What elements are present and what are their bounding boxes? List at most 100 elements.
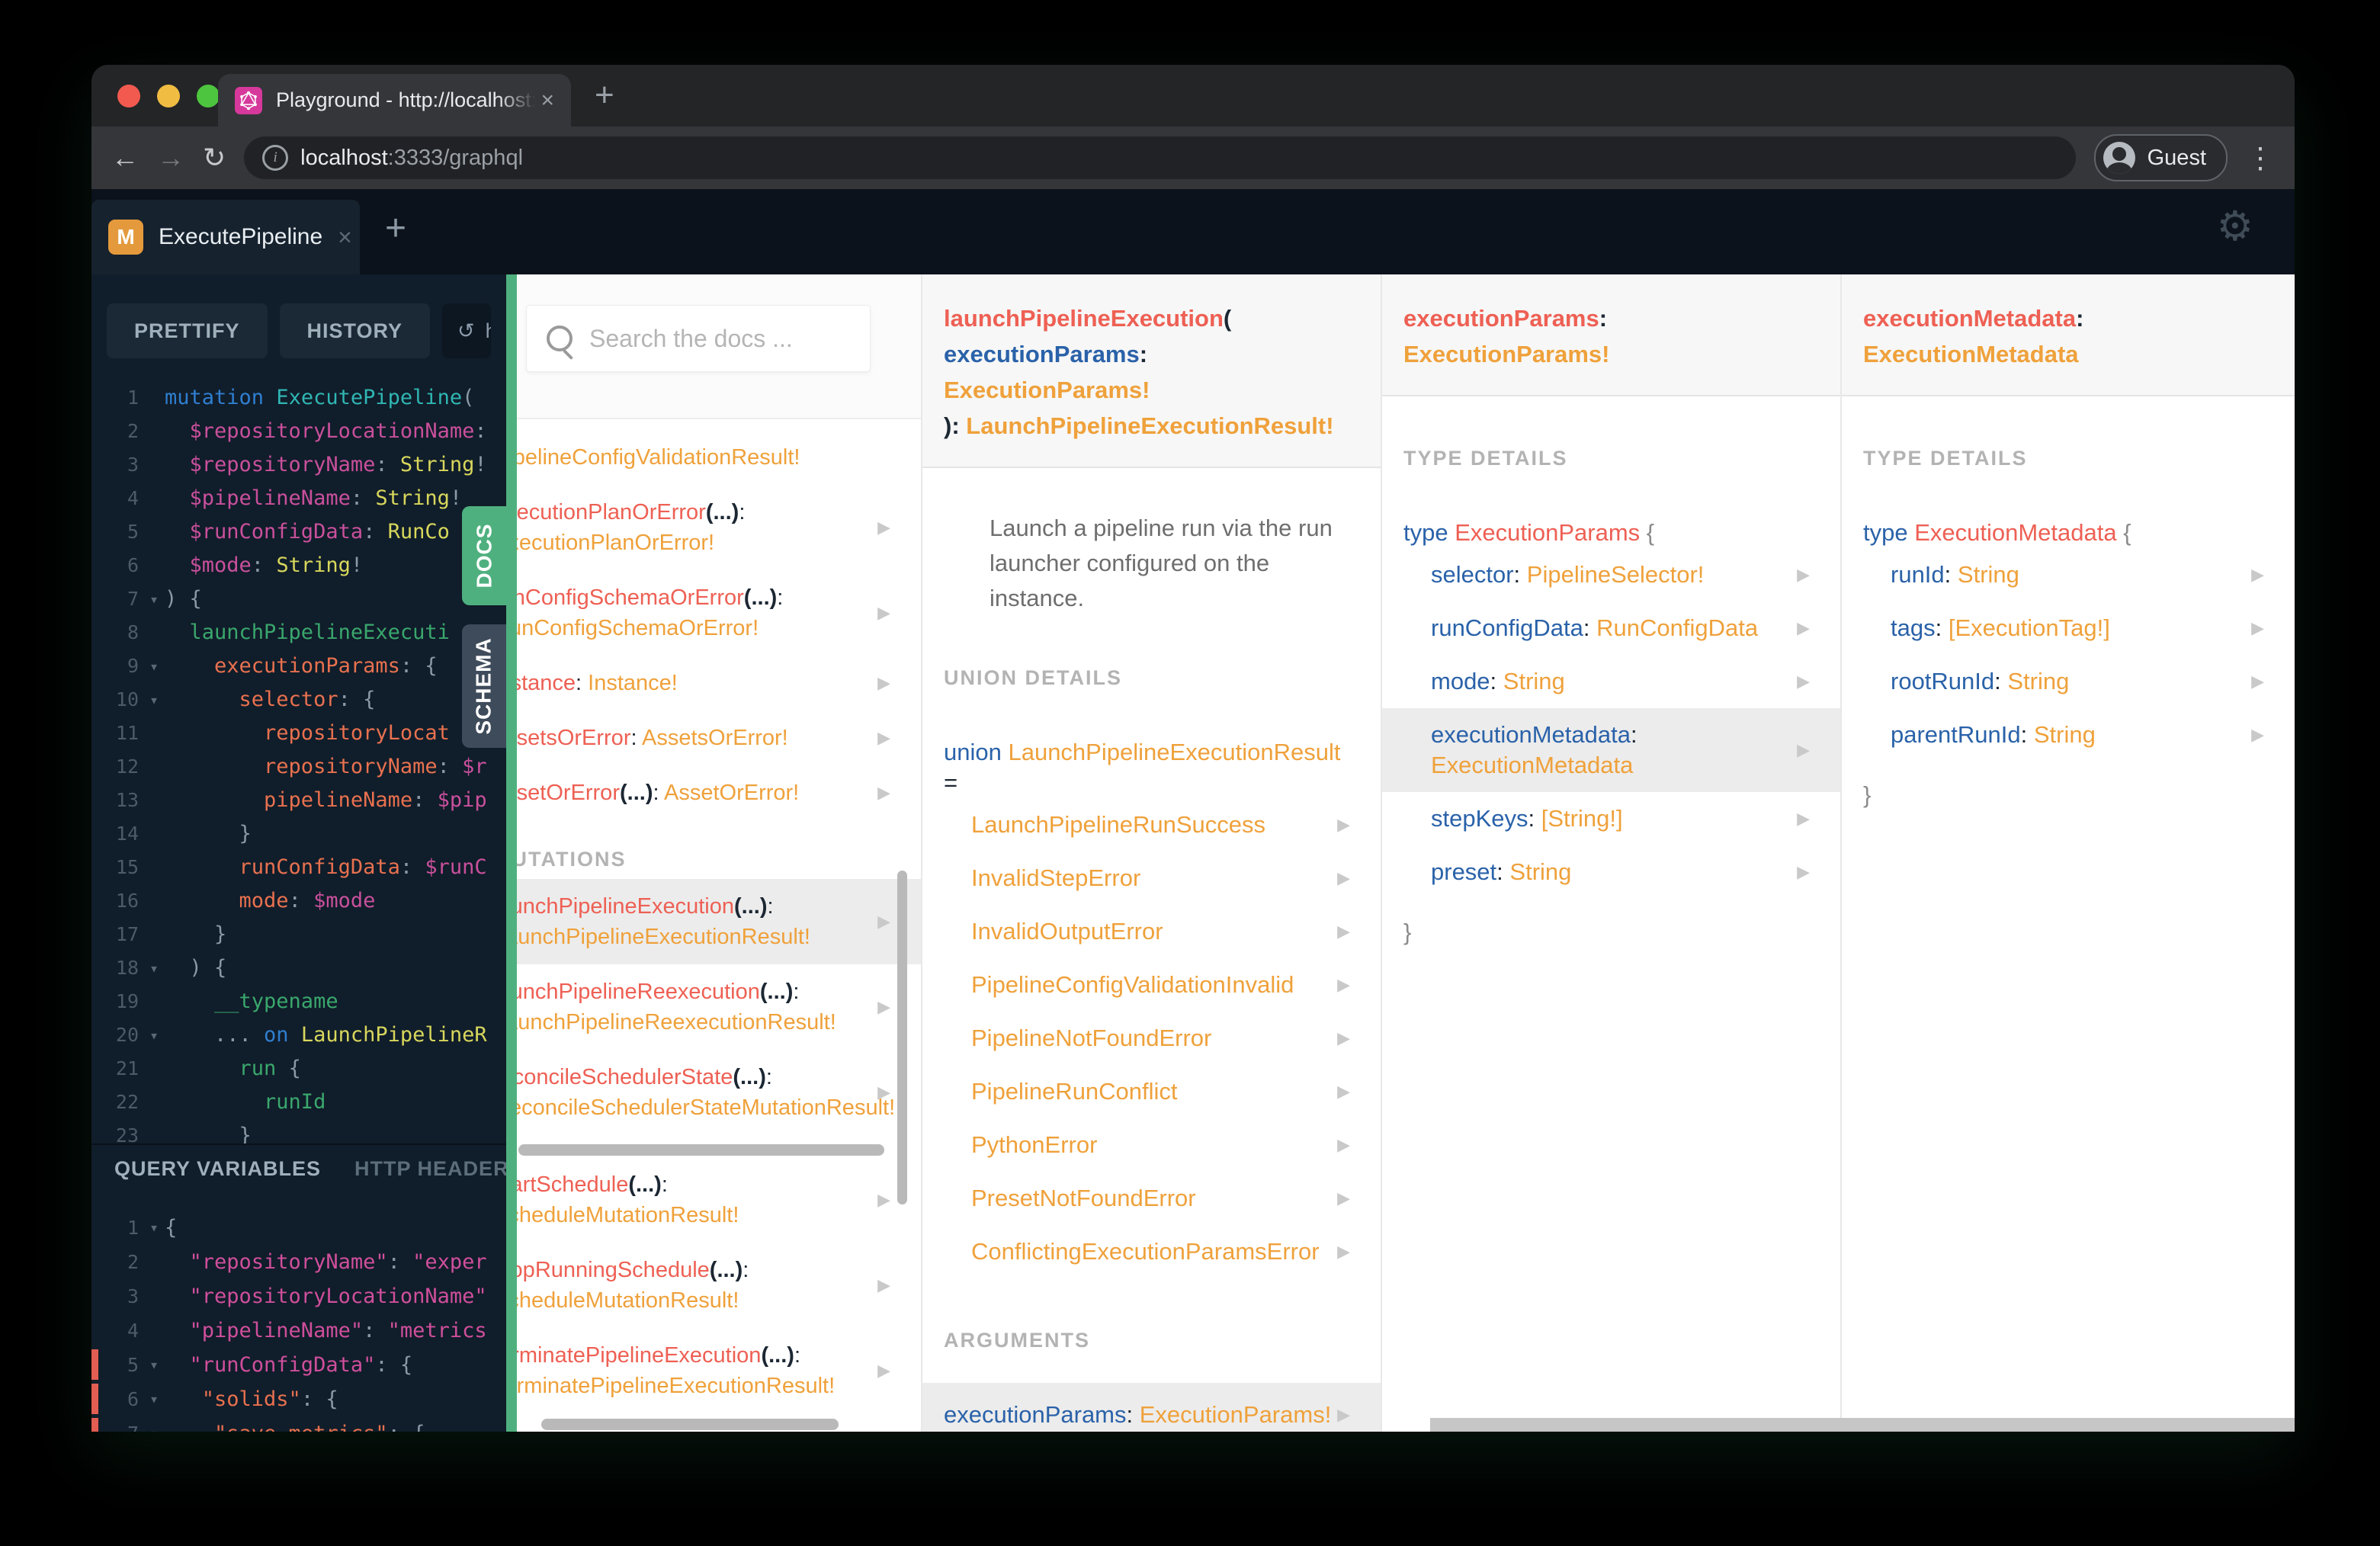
tab-http-headers[interactable]: HTTP HEADERS bbox=[354, 1157, 506, 1181]
expand-arrow-icon: ▶ bbox=[1797, 862, 1810, 881]
site-info-icon[interactable]: i bbox=[262, 145, 289, 171]
list-item-startSchedule[interactable]: startSchedule(...): ScheduleMutationResu… bbox=[517, 1157, 921, 1243]
expand-arrow-icon: ▶ bbox=[877, 1083, 890, 1102]
tab-query-variables[interactable]: QUERY VARIABLES bbox=[114, 1157, 321, 1181]
list-item-launchPipelineReexecution[interactable]: launchPipelineReexecution(...): LaunchPi… bbox=[517, 964, 921, 1050]
list-item-executionPlanOrError[interactable]: executionPlanOrError(...): ExecutionPlan… bbox=[517, 485, 921, 570]
browser-tab[interactable]: Playground - http://localhost:3 × bbox=[218, 74, 571, 127]
settings-gear-icon[interactable]: ⚙ bbox=[2217, 206, 2253, 247]
union-declaration: union LaunchPipelineExecutionResult = bbox=[944, 739, 1341, 796]
playground-tab-close-icon[interactable]: × bbox=[338, 223, 352, 252]
playground-new-tab-button[interactable]: + bbox=[385, 207, 406, 249]
fold-arrow-icon[interactable]: ▾ bbox=[143, 1416, 165, 1432]
address-bar[interactable]: i localhost:3333/graphql bbox=[244, 136, 2076, 179]
line-number: 10 bbox=[115, 688, 139, 710]
forward-icon[interactable]: → bbox=[157, 144, 184, 172]
list-item-terminatePipelineExecution[interactable]: terminatePipelineExecution(...): Termina… bbox=[517, 1328, 921, 1413]
line-number: 16 bbox=[115, 890, 139, 912]
field-stepKeys[interactable]: stepKeys: [String!] ▶ bbox=[1382, 792, 1840, 845]
list-item-assetsOrError[interactable]: assetsOrError: AssetsOrError!▶ bbox=[517, 710, 921, 765]
expand-arrow-icon: ▶ bbox=[877, 997, 890, 1016]
union-member-InvalidStepError[interactable]: InvalidStepError ▶ bbox=[922, 852, 1381, 905]
union-details-header: UNION DETAILS bbox=[944, 666, 1122, 689]
union-member-PipelineRunConflict[interactable]: PipelineRunConflict ▶ bbox=[922, 1065, 1381, 1118]
line-number: 19 bbox=[115, 990, 139, 1012]
fold-arrow-icon[interactable]: ▾ bbox=[143, 1348, 165, 1382]
browser-toolbar: ← → ↻ i localhost:3333/graphql Guest ⋮ bbox=[91, 127, 2295, 189]
fold-arrow-icon[interactable]: ▾ bbox=[143, 582, 165, 616]
list-item-runConfigSchemaOrError[interactable]: runConfigSchemaOrError(...): RunConfigSc… bbox=[517, 570, 921, 656]
fold-arrow-icon[interactable]: ▾ bbox=[143, 650, 165, 683]
playground-tab-title: ExecutePipeline bbox=[159, 224, 323, 249]
fold-arrow-icon[interactable]: ▾ bbox=[143, 1382, 165, 1416]
union-member-PipelineNotFoundError[interactable]: PipelineNotFoundError ▶ bbox=[922, 1012, 1381, 1065]
list-item-launchPipelineExecution[interactable]: launchPipelineExecution(...): LaunchPipe… bbox=[517, 879, 921, 964]
back-icon[interactable]: ← bbox=[111, 144, 139, 172]
expand-arrow-icon: ▶ bbox=[877, 728, 890, 747]
close-window-button[interactable] bbox=[117, 85, 140, 107]
tab-docs[interactable]: DOCS bbox=[462, 506, 506, 605]
fold-arrow-icon[interactable]: ▾ bbox=[143, 1018, 165, 1052]
list-item-instance[interactable]: instance: Instance!▶ bbox=[517, 656, 921, 710]
union-member-PresetNotFoundError[interactable]: PresetNotFoundError ▶ bbox=[922, 1172, 1381, 1225]
field-rootRunId[interactable]: rootRunId: String ▶ bbox=[1842, 655, 2295, 708]
line-number: 11 bbox=[115, 722, 139, 744]
variables-editor[interactable]: 1 ▾{2 "repositoryName": "exper 3 "reposito… bbox=[91, 1211, 506, 1432]
query-editor[interactable]: 1 mutation ExecutePipeline(2 $repositoryL… bbox=[91, 381, 506, 1153]
list-item-reconcileSchedulerState[interactable]: reconcileSchedulerState(...): ReconcileS… bbox=[517, 1050, 921, 1135]
list-item-assetOrError[interactable]: assetOrError(...): AssetOrError!▶ bbox=[517, 765, 921, 820]
browser-menu-icon[interactable]: ⋮ bbox=[2246, 141, 2275, 175]
field-runId[interactable]: runId: String ▶ bbox=[1842, 548, 2295, 601]
tab-schema[interactable]: SCHEMA bbox=[462, 624, 506, 748]
new-tab-button[interactable]: + bbox=[595, 79, 614, 112]
field-selector[interactable]: selector: PipelineSelector! ▶ bbox=[1382, 548, 1840, 601]
profile-button[interactable]: Guest bbox=[2093, 134, 2228, 181]
argument-row[interactable]: executionParams: ExecutionParams! ▶ bbox=[922, 1383, 1381, 1432]
field-mode[interactable]: mode: String ▶ bbox=[1382, 655, 1840, 708]
minimize-window-button[interactable] bbox=[157, 85, 180, 107]
browser-tab-close-icon[interactable]: × bbox=[540, 88, 554, 114]
code-line: 8 launchPipelineExecuti bbox=[91, 616, 506, 650]
fold-arrow-icon[interactable]: ▾ bbox=[143, 1211, 165, 1245]
mutations-section-header: MUTATIONS bbox=[517, 848, 627, 871]
horizontal-scrollbar[interactable] bbox=[518, 1144, 884, 1156]
code-line: 21 run { bbox=[91, 1052, 506, 1086]
fold-gutter bbox=[143, 1245, 165, 1279]
docs-panel-edge[interactable] bbox=[506, 274, 517, 1432]
docs-horizontal-scrollbar[interactable] bbox=[541, 1419, 839, 1430]
type-field-list: selector: PipelineSelector! ▶ runConfigDat… bbox=[1382, 548, 1840, 899]
docs-vertical-scrollbar[interactable] bbox=[897, 871, 907, 1204]
union-member-InvalidOutputError[interactable]: InvalidOutputError ▶ bbox=[922, 905, 1381, 958]
playground-tab[interactable]: M ExecutePipeline × bbox=[91, 200, 360, 274]
browser-tab-title: Playground - http://localhost:3 bbox=[276, 88, 537, 111]
union-member-PythonError[interactable]: PythonError ▶ bbox=[922, 1118, 1381, 1172]
list-item[interactable]: PipelineConfigValidationResult! bbox=[517, 430, 921, 485]
prettify-button[interactable]: PRETTIFY bbox=[107, 303, 268, 358]
type-declaration: type ExecutionParams { bbox=[1403, 519, 1655, 546]
union-member-LaunchPipelineRunSuccess[interactable]: LaunchPipelineRunSuccess ▶ bbox=[922, 798, 1381, 852]
docs-column-metadata: executionMetadata: ExecutionMetadata TYPE… bbox=[1842, 274, 2295, 1432]
list-item-stopRunningSchedule[interactable]: stopRunningSchedule(...): ScheduleMutati… bbox=[517, 1243, 921, 1328]
docs-search-input[interactable]: Search the docs ... bbox=[526, 305, 871, 372]
field-executionMetadata[interactable]: executionMetadata: ExecutionMetadata ▶ bbox=[1382, 708, 1840, 792]
expand-arrow-icon: ▶ bbox=[877, 603, 890, 622]
field-parentRunId[interactable]: parentRunId: String ▶ bbox=[1842, 708, 2295, 762]
docs-bottom-scrollbar[interactable] bbox=[1430, 1418, 2295, 1432]
type-details-header: TYPE DETAILS bbox=[1403, 447, 1568, 470]
line-number: 18 bbox=[115, 957, 139, 979]
field-preset[interactable]: preset: String ▶ bbox=[1382, 845, 1840, 899]
field-tags[interactable]: tags: [ExecutionTag!] ▶ bbox=[1842, 601, 2295, 655]
fold-arrow-icon[interactable]: ▾ bbox=[143, 951, 165, 985]
union-member-PipelineConfigValidationInvalid[interactable]: PipelineConfigValidationInvalid ▶ bbox=[922, 958, 1381, 1012]
reload-icon[interactable]: ↻ bbox=[203, 144, 226, 172]
history-button[interactable]: HISTORY bbox=[279, 303, 431, 358]
fold-arrow-icon[interactable]: ▾ bbox=[143, 683, 165, 717]
code-line: 2 $repositoryLocationName: bbox=[91, 415, 506, 448]
union-member-ConflictingExecutionParamsError[interactable]: ConflictingExecutionParamsError ▶ bbox=[922, 1225, 1381, 1278]
endpoint-input[interactable]: ↺ http://loc bbox=[442, 303, 491, 358]
zoom-window-button[interactable] bbox=[197, 85, 220, 107]
line-number: 2 bbox=[127, 1251, 139, 1273]
field-runConfigData[interactable]: runConfigData: RunConfigData ▶ bbox=[1382, 601, 1840, 655]
endpoint-reload-icon[interactable]: ↺ bbox=[457, 319, 475, 343]
code-line: 15 runConfigData: $runC bbox=[91, 851, 506, 884]
